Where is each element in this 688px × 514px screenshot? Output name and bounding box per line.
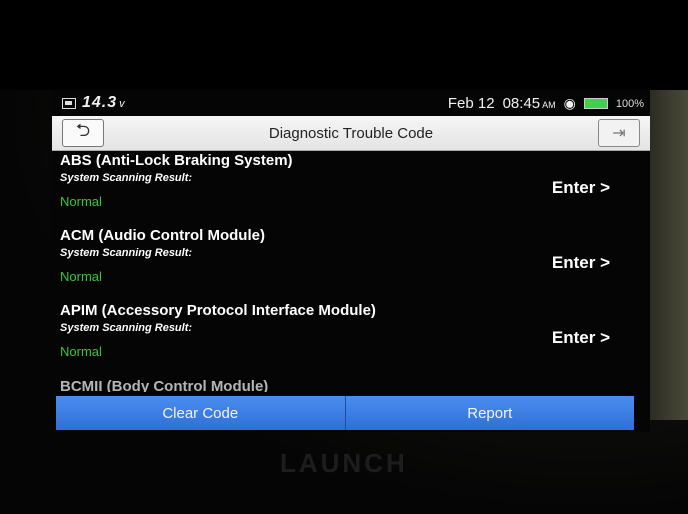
module-list: ABS (Anti-Lock Braking System) System Sc… — [52, 152, 650, 392]
module-row-apim[interactable]: APIM (Accessory Protocol Interface Modul… — [52, 302, 650, 376]
status-date: Feb 12 — [447, 95, 495, 112]
module-title: ACM (Audio Control Module) — [60, 227, 265, 244]
module-subtitle: System Scanning Result: — [60, 247, 193, 259]
module-row-abs[interactable]: ABS (Anti-Lock Braking System) System Sc… — [52, 152, 650, 226]
page-title: Diagnostic Trouble Code — [268, 125, 434, 142]
status-bar: 14.3 v Feb 12 08:45 AM ◉ 100% — [52, 90, 650, 116]
device-bezel-top — [0, 0, 688, 90]
module-row-acm[interactable]: ACM (Audio Control Module) System Scanni… — [52, 227, 650, 301]
clear-code-button[interactable]: Clear Code — [56, 396, 346, 430]
battery-icon — [583, 98, 608, 109]
exit-button[interactable]: ⇥ — [598, 119, 640, 147]
status-right: Feb 12 08:45 AM ◉ 100% — [448, 95, 644, 112]
device-brand-logo: LAUNCH — [280, 448, 408, 478]
module-row-partial[interactable]: BCMII (Body Control Module) — [60, 378, 268, 392]
title-bar: ⮌ Diagnostic Trouble Code ⇥ — [52, 116, 650, 151]
status-left: 14.3 v — [62, 94, 126, 112]
status-time: 08:45 AM — [502, 95, 556, 112]
module-status: Normal — [60, 269, 102, 284]
module-status: Normal — [60, 194, 102, 209]
enter-button[interactable]: Enter > — [552, 178, 610, 198]
module-title: APIM (Accessory Protocol Interface Modul… — [60, 302, 376, 319]
battery-percent: 100% — [615, 97, 644, 110]
enter-button[interactable]: Enter > — [552, 253, 610, 273]
bottom-action-bar: Clear Code Report — [56, 396, 634, 430]
exit-icon: ⇥ — [612, 125, 626, 142]
module-title: ABS (Anti-Lock Braking System) — [60, 152, 293, 169]
module-subtitle: System Scanning Result: — [60, 322, 193, 334]
device-bezel-right — [648, 90, 688, 420]
vehicle-battery-icon — [62, 97, 76, 109]
module-status: Normal — [60, 344, 102, 359]
voltage-readout: 14.3 v — [82, 94, 126, 111]
wifi-icon: ◉ — [563, 95, 576, 111]
report-button[interactable]: Report — [345, 396, 634, 430]
enter-button[interactable]: Enter > — [552, 328, 610, 348]
device-screen: 14.3 v Feb 12 08:45 AM ◉ 100% ⮌ Diagnostic… — [52, 90, 650, 432]
module-subtitle: System Scanning Result: — [60, 172, 193, 184]
